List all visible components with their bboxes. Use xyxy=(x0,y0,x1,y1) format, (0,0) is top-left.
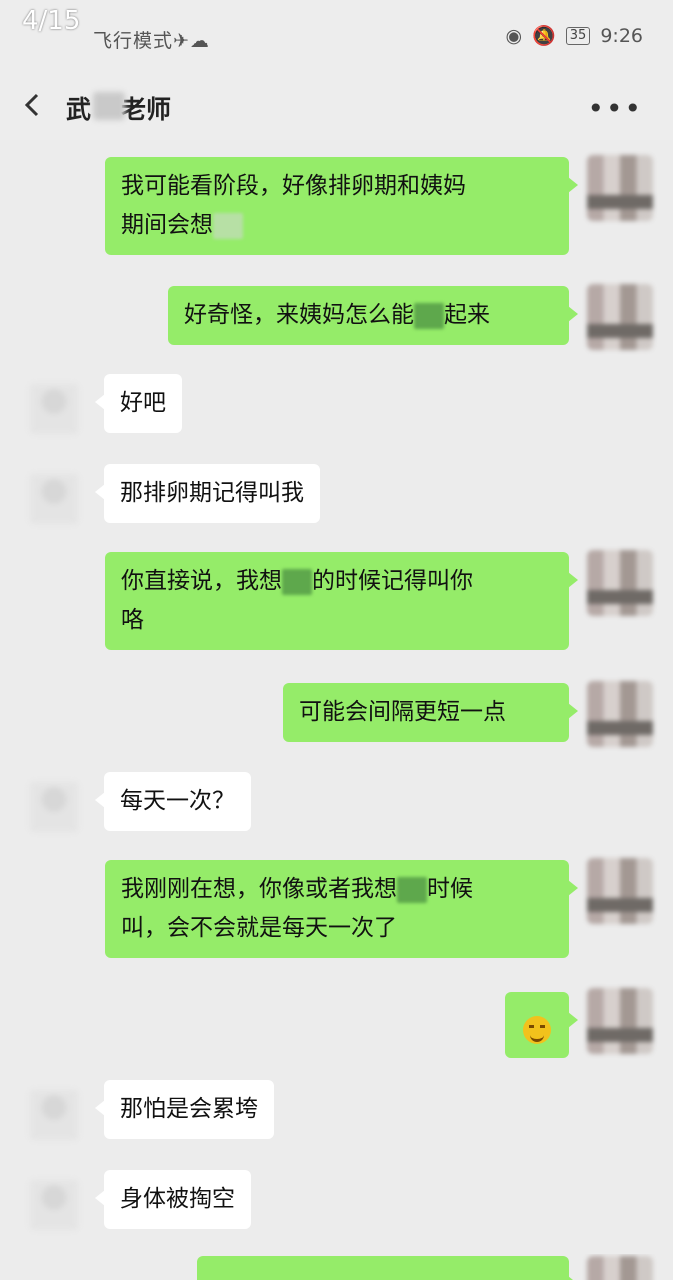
message-text: 身体被掏空 xyxy=(120,1186,235,1212)
avatar[interactable] xyxy=(587,284,653,350)
message-text: 好吧 xyxy=(120,390,166,416)
message-bubble-sent[interactable]: 你直接说，我想 的时候记得叫你 咯 xyxy=(105,552,578,650)
message-row: 好吧 xyxy=(0,370,673,450)
avatar[interactable] xyxy=(30,1090,78,1140)
message-row: 好奇怪，来姨妈怎么能 起来 xyxy=(0,280,673,360)
message-text: 咯 xyxy=(121,607,144,633)
message-text: 时候 xyxy=(427,876,473,902)
image-counter: 4/15 xyxy=(22,6,81,36)
eye-icon: ◉ xyxy=(505,24,523,47)
message-text: 那排卵期记得叫我 xyxy=(120,480,304,506)
avatar[interactable] xyxy=(30,474,78,524)
message-bubble-sent[interactable]: 我刚刚在想，你像或者我想 时候 叫，会不会就是每天一次了 xyxy=(105,860,578,958)
avatar[interactable] xyxy=(587,550,653,616)
battery-icon: 35 xyxy=(565,26,591,45)
avatar[interactable] xyxy=(30,384,78,434)
message-row: 可能会间隔更短一点 xyxy=(0,680,673,755)
message-row: 那怕是会累垮 xyxy=(0,1076,673,1156)
message-text: 你直接说，我想 xyxy=(121,568,282,594)
message-text: 每天一次？ xyxy=(120,788,235,814)
message-bubble-received[interactable]: 那怕是会累垮 xyxy=(95,1080,274,1139)
message-text: 那怕是会累垮 xyxy=(120,1096,258,1122)
avatar[interactable] xyxy=(30,782,78,832)
chat-title-suffix: 老师 xyxy=(121,95,172,124)
message-text: 我可能看阶段，好像排卵期和姨妈 xyxy=(121,173,466,199)
clock: 9:26 xyxy=(600,24,643,47)
airplane-mode-label: 飞行模式✈☁ xyxy=(93,30,210,52)
message-list[interactable]: 我可能看阶段，好像排卵期和姨妈 期间会想 好奇怪，来姨妈怎么能 起来 好吧 那排卵… xyxy=(0,140,673,1280)
message-row: 每天一次？ xyxy=(0,768,673,848)
message-bubble-sent[interactable] xyxy=(197,1256,578,1280)
redaction-mosaic xyxy=(213,212,243,239)
message-text: 可能会间隔更短一点 xyxy=(299,699,506,725)
redaction-mosaic xyxy=(414,302,444,329)
message-row: 身体被掏空 xyxy=(0,1168,673,1248)
avatar[interactable] xyxy=(587,988,653,1054)
message-row: 我刚刚在想，你像或者我想 时候 叫，会不会就是每天一次了 xyxy=(0,858,673,973)
message-text: 好奇怪，来姨妈怎么能 xyxy=(184,302,414,328)
message-row: 我可能看阶段，好像排卵期和姨妈 期间会想 xyxy=(0,152,673,272)
message-row xyxy=(0,986,673,1066)
avatar[interactable] xyxy=(587,681,653,747)
more-options-icon[interactable]: ••• xyxy=(587,92,643,125)
redaction-mosaic xyxy=(282,568,312,595)
status-bar: 4/15 飞行模式✈☁ ◉ 🔕 35 9:26 xyxy=(0,0,673,70)
redaction-mosaic xyxy=(397,876,427,903)
message-bubble-sent[interactable]: 我可能看阶段，好像排卵期和姨妈 期间会想 xyxy=(105,157,578,255)
message-row: 那排卵期记得叫我 xyxy=(0,460,673,540)
message-text: 起来 xyxy=(444,302,490,328)
chat-header: 武老师 ••• xyxy=(0,70,673,140)
chat-title-prefix: 武 xyxy=(66,95,92,124)
avatar[interactable] xyxy=(587,155,653,221)
message-bubble-received[interactable]: 好吧 xyxy=(95,374,182,433)
message-text: 的时候记得叫你 xyxy=(312,568,473,594)
message-bubble-received[interactable]: 身体被掏空 xyxy=(95,1170,251,1229)
message-text: 期间会想 xyxy=(121,212,213,238)
avatar[interactable] xyxy=(30,1180,78,1230)
redaction-blur xyxy=(93,92,125,120)
message-bubble-sent[interactable] xyxy=(505,992,578,1058)
message-row: 你直接说，我想 的时候记得叫你 咯 xyxy=(0,550,673,665)
message-text: 我刚刚在想，你像或者我想 xyxy=(121,876,397,902)
status-icons: ◉ 🔕 35 9:26 xyxy=(505,24,643,48)
laughing-emoji-icon xyxy=(523,1015,551,1044)
mute-bell-icon: 🔕 xyxy=(532,25,556,47)
message-bubble-sent[interactable]: 好奇怪，来姨妈怎么能 起来 xyxy=(168,286,578,345)
message-row-partial xyxy=(0,1254,673,1280)
avatar[interactable] xyxy=(587,858,653,924)
avatar[interactable] xyxy=(587,1256,653,1280)
back-arrow-icon[interactable] xyxy=(22,92,42,118)
message-bubble-received[interactable]: 那排卵期记得叫我 xyxy=(95,464,320,523)
message-bubble-sent[interactable]: 可能会间隔更短一点 xyxy=(283,683,578,742)
message-text: 叫，会不会就是每天一次了 xyxy=(121,915,397,941)
message-bubble-received[interactable]: 每天一次？ xyxy=(95,772,251,831)
